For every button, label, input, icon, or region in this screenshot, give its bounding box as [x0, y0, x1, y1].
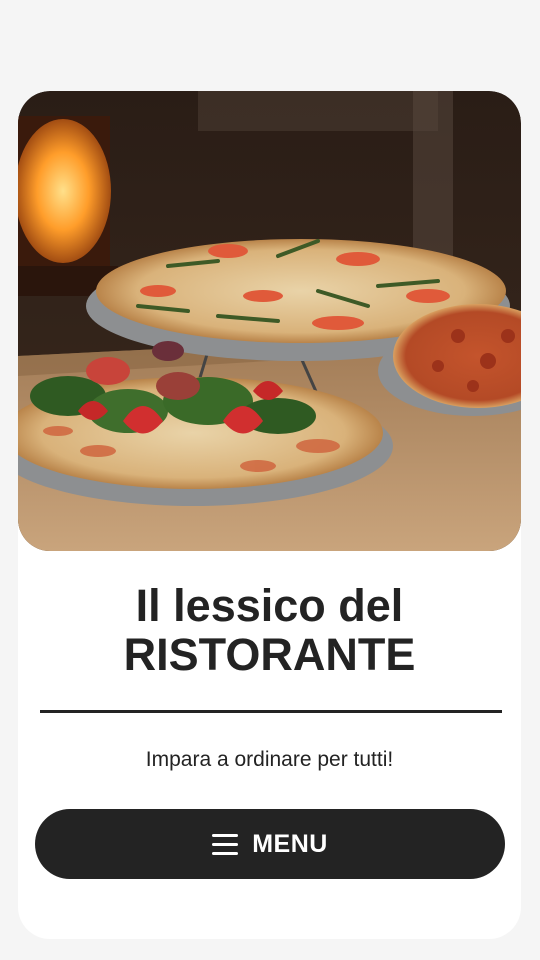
page-title: Il lessico del RISTORANTE: [18, 581, 521, 679]
menu-button-label: MENU: [252, 829, 328, 858]
menu-button[interactable]: MENU: [35, 809, 505, 879]
title-line-1: Il lessico del: [135, 580, 404, 631]
title-line-2: RISTORANTE: [123, 629, 416, 680]
divider: [40, 710, 502, 713]
subtitle: Impara a ordinare per tutti!: [145, 748, 394, 771]
landing-card: Il lessico del RISTORANTE Impara a ordin…: [18, 91, 521, 939]
hamburger-icon: [212, 833, 239, 855]
hero-pizza-image: [18, 91, 521, 551]
